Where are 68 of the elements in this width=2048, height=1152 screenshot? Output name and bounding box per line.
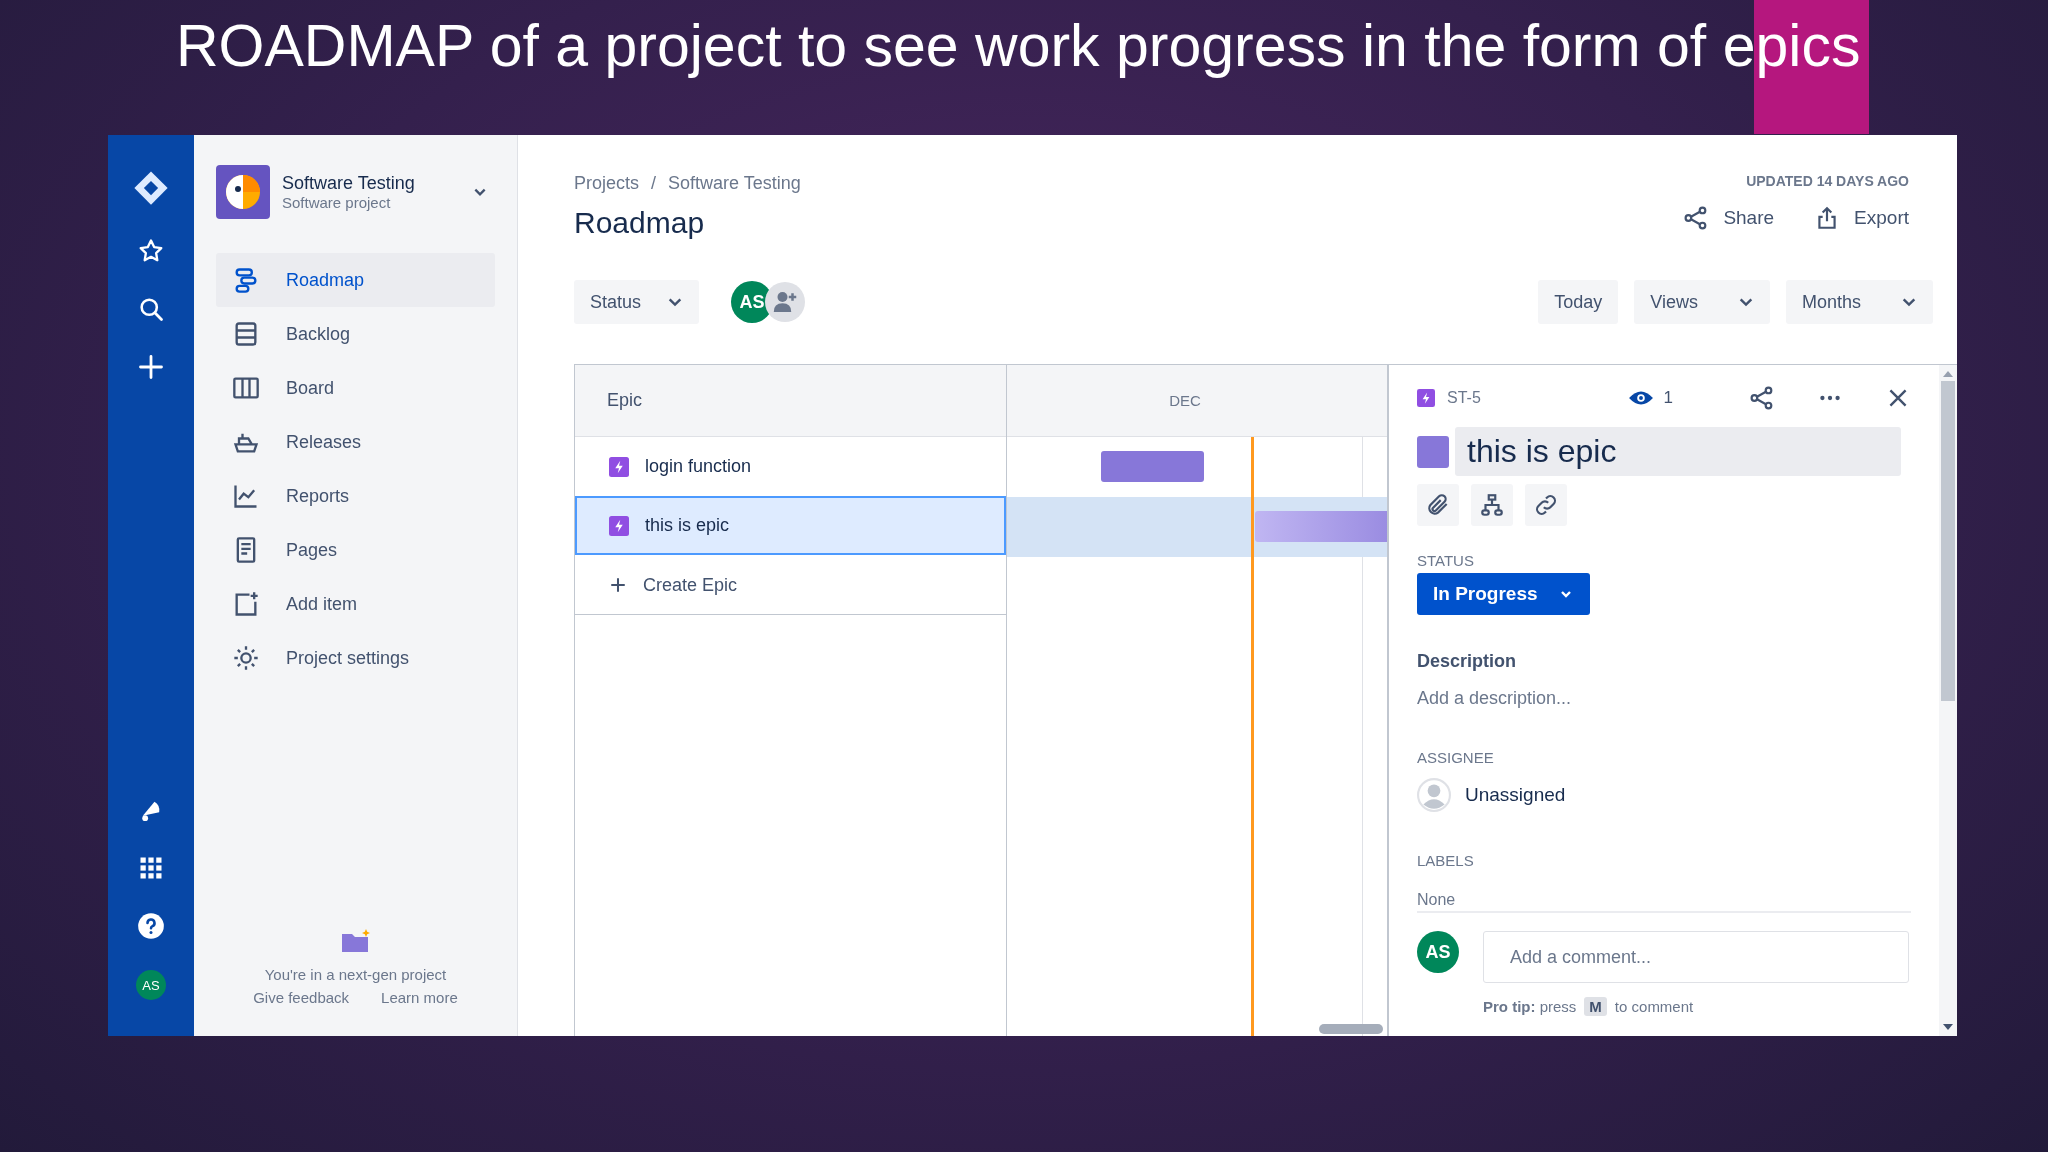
footer-link[interactable]: Learn more (381, 989, 458, 1006)
epic-row[interactable]: login function (575, 437, 1006, 496)
project-name: Software Testing (282, 173, 416, 194)
person-silhouette-icon (1417, 778, 1451, 812)
sidebar-item[interactable]: Project settings (216, 631, 495, 685)
diamond-logo-icon[interactable] (132, 169, 170, 207)
project-type: Software project (282, 194, 392, 211)
sidebar-item[interactable]: Roadmap (216, 253, 495, 307)
filter-dropdown[interactable]: Status (574, 280, 700, 324)
create-epic-button[interactable]: Create Epic (575, 555, 1006, 615)
keyboard-key: M (1584, 997, 1607, 1016)
field-label: LABELS (1417, 852, 1474, 869)
field-label: ASSIGNEE (1417, 749, 1494, 766)
epic-icon (609, 515, 629, 536)
breadcrumb-separator: / (651, 173, 657, 194)
issue-title-field[interactable]: this is epic (1455, 427, 1901, 476)
user-avatar[interactable]: AS (136, 970, 166, 1000)
add-person-icon[interactable] (765, 282, 806, 322)
folder-sparkle-icon (339, 928, 372, 954)
field-label: Description (1417, 651, 1517, 672)
issue-key[interactable]: ST-5 (1447, 389, 1481, 407)
export-button[interactable]: Export (1814, 205, 1909, 231)
share-button[interactable]: Share (1683, 205, 1775, 231)
sidebar-item[interactable]: Add item (216, 577, 495, 631)
view-dropdown[interactable]: Views (1634, 280, 1770, 324)
next-gen-notice: You're in a next-gen project (264, 966, 447, 983)
epic-color-swatch[interactable] (1417, 435, 1449, 468)
eye-icon (1627, 389, 1654, 407)
comment-field[interactable]: Add a comment... (1483, 931, 1909, 983)
column-header: Epic (575, 365, 1006, 437)
scrollbar[interactable] (1939, 365, 1957, 1036)
view-dropdown[interactable]: Months (1785, 280, 1933, 324)
epic-icon (1417, 389, 1435, 407)
sidebar-item[interactable]: Reports (216, 469, 495, 523)
help-icon[interactable] (137, 912, 165, 940)
epic-icon (609, 456, 629, 477)
description-field[interactable]: Add a description... (1417, 688, 1572, 709)
pro-tip-text: Pro tip: press (1483, 998, 1577, 1015)
issue-state-button[interactable]: In Progress (1417, 573, 1590, 615)
scroll-down-icon[interactable] (1943, 1024, 1953, 1030)
sidebar-item[interactable]: Board (216, 361, 495, 415)
labels-value[interactable]: None (1417, 891, 1911, 913)
today-button[interactable]: Today (1538, 280, 1619, 324)
sidebar-item[interactable]: Releases (216, 415, 495, 469)
parrot-avatar-icon (216, 165, 270, 219)
field-label: STATUS (1417, 552, 1474, 569)
share-icon[interactable] (1749, 385, 1775, 411)
link-icon[interactable] (1525, 484, 1567, 526)
sidebar-item[interactable]: Backlog (216, 307, 495, 361)
plus-icon (609, 576, 627, 594)
sidebar-item[interactable]: Pages (216, 523, 495, 577)
plus-icon[interactable] (137, 353, 165, 381)
watchers-button[interactable]: 1 (1621, 387, 1679, 409)
month-header: DEC (1007, 365, 1387, 437)
child-issues-icon[interactable] (1471, 484, 1513, 526)
menu-item-icon (232, 644, 260, 672)
breadcrumb-link[interactable]: Software Testing (668, 173, 801, 194)
user-avatar: AS (1417, 931, 1459, 973)
scrollbar-thumb[interactable] (1319, 1024, 1383, 1034)
assignee-value[interactable]: Unassigned (1465, 784, 1566, 806)
footer-link[interactable]: Give feedback (253, 989, 350, 1006)
epic-row[interactable]: this is epic (575, 496, 1006, 555)
attachment-icon[interactable] (1417, 484, 1459, 526)
page-title: Roadmap (574, 206, 706, 240)
search-icon[interactable] (137, 295, 165, 323)
updated-label: UPDATED 14 DAYS AGO (1746, 173, 1909, 189)
pro-tip-text: to comment (1614, 998, 1694, 1015)
breadcrumb-link[interactable]: Projects (574, 173, 640, 194)
